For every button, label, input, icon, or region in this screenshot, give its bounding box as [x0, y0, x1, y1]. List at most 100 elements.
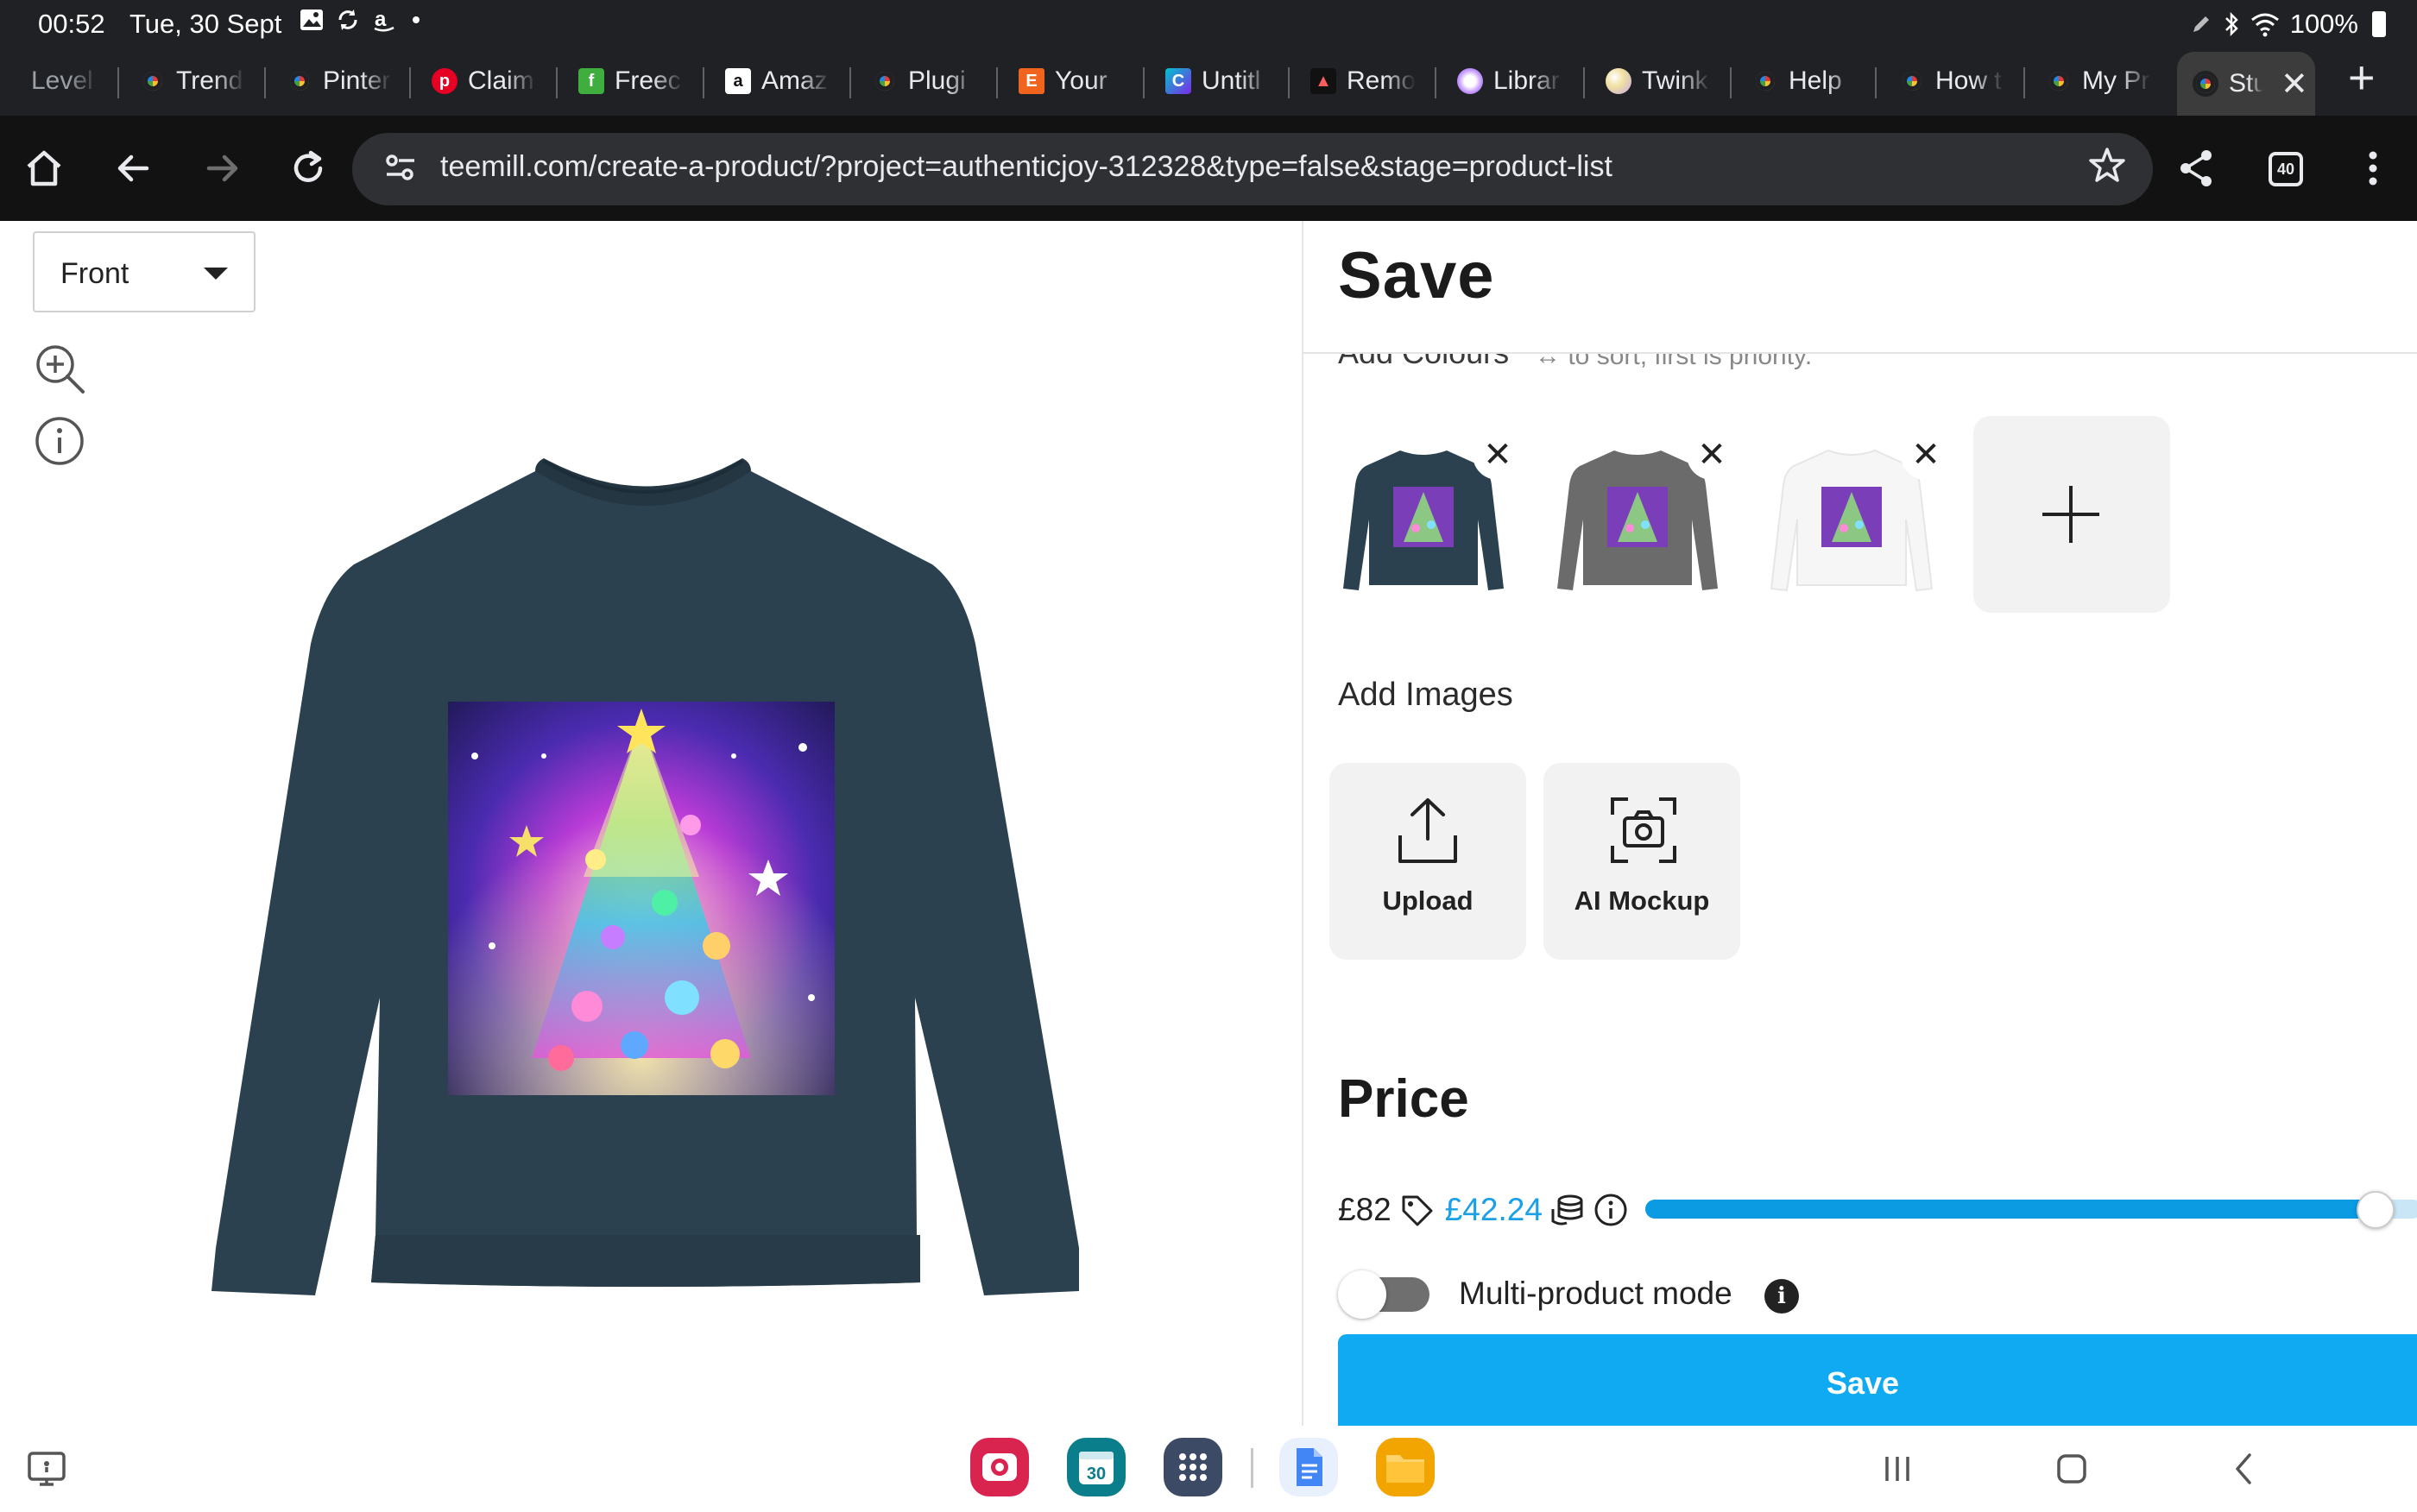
- hem-band: [371, 1235, 920, 1287]
- browser-tab[interactable]: Level: [31, 54, 100, 109]
- browser-tab[interactable]: f Freec: [578, 54, 684, 109]
- tab-count: 40: [2276, 160, 2295, 178]
- screenshot-toolbar-icon[interactable]: [24, 1446, 69, 1491]
- view-select-value: Front: [60, 257, 129, 290]
- notification-icons: a: [299, 7, 420, 33]
- tab-divider: [1583, 67, 1585, 98]
- remove-colour-button[interactable]: ✕: [1901, 430, 1951, 480]
- multi-product-toggle[interactable]: [1338, 1270, 1431, 1319]
- library-favicon-icon: [1457, 68, 1483, 94]
- close-tab-icon[interactable]: ✕: [2281, 65, 2308, 104]
- battery-icon: [2372, 11, 2386, 37]
- teemill-favicon-icon: [140, 68, 166, 94]
- tab-switcher-button[interactable]: 40: [2269, 152, 2303, 186]
- upload-icon: [1398, 798, 1457, 863]
- more-notifications-dot: [413, 16, 420, 23]
- my-files-app-icon[interactable]: [1376, 1438, 1435, 1496]
- share-icon[interactable]: [2174, 145, 2220, 192]
- bluetooth-icon: [2225, 11, 2238, 37]
- svg-text:30: 30: [1087, 1465, 1106, 1484]
- multi-product-info-icon[interactable]: i: [1764, 1279, 1799, 1314]
- tab-title: Untitl: [1202, 66, 1261, 95]
- google-docs-app-icon[interactable]: [1279, 1438, 1338, 1496]
- canva-favicon-icon: C: [1165, 68, 1191, 94]
- browser-tab[interactable]: Twink: [1606, 54, 1711, 109]
- new-tab-button[interactable]: +: [2348, 52, 2376, 104]
- save-button-label: Save: [1826, 1365, 1900, 1401]
- tab-divider: [117, 67, 119, 98]
- price-value: £82: [1338, 1192, 1392, 1227]
- site-settings-icon[interactable]: [382, 148, 420, 186]
- browser-tab[interactable]: Plugi: [872, 54, 977, 109]
- browser-tab[interactable]: C Untitl: [1165, 54, 1271, 109]
- view-select[interactable]: Front: [33, 231, 256, 312]
- freecash-favicon-icon: f: [578, 68, 604, 94]
- browser-tab[interactable]: Librar: [1457, 54, 1562, 109]
- reload-icon[interactable]: [285, 145, 331, 192]
- app-drawer-icon[interactable]: [1164, 1438, 1222, 1496]
- upload-button[interactable]: Upload: [1329, 763, 1526, 960]
- tab-title: Pinter: [323, 66, 391, 95]
- add-images-heading: Add Images: [1338, 677, 1513, 713]
- zoom-in-icon[interactable]: [33, 342, 86, 395]
- price-slider-thumb[interactable]: [2357, 1191, 2395, 1229]
- back-arrow-icon[interactable]: [110, 145, 157, 192]
- forward-arrow-icon[interactable]: [199, 145, 245, 192]
- price-slider[interactable]: [1645, 1191, 2417, 1229]
- ai-mockup-button[interactable]: AI Mockup: [1543, 763, 1740, 960]
- browser-tab[interactable]: a Amaz: [725, 54, 830, 109]
- tab-title: Level: [31, 66, 93, 95]
- teemill-favicon-icon: [1752, 68, 1778, 94]
- christmas-tree-print: [448, 702, 835, 1095]
- browser-tab[interactable]: ▲ Remo: [1310, 54, 1416, 109]
- info-icon[interactable]: [33, 414, 86, 468]
- recent-apps-icon[interactable]: [1875, 1446, 1920, 1491]
- gallery-notification-icon: [300, 9, 323, 30]
- tab-title: Freec: [615, 66, 681, 95]
- system-icons: 100%: [2190, 9, 2386, 40]
- home-icon[interactable]: [21, 145, 67, 192]
- pen-icon: [2193, 16, 2209, 32]
- calendar-app-icon[interactable]: 30: [1067, 1438, 1126, 1496]
- browser-tab[interactable]: E Your: [1019, 54, 1124, 109]
- multi-product-label: Multi-product mode: [1459, 1276, 1732, 1311]
- browser-tab[interactable]: Help: [1752, 54, 1858, 109]
- tab-divider: [996, 67, 998, 98]
- tab-strip: Level Trend Pinter p Claim f Freec a Ama…: [0, 48, 2417, 116]
- url-text[interactable]: teemill.com/create-a-product/?project=au…: [440, 150, 1612, 184]
- remove-colour-button[interactable]: ✕: [1687, 430, 1737, 480]
- browser-tab[interactable]: How t: [1899, 54, 2004, 109]
- sort-hint: ↔ to sort, first is priority.: [1535, 342, 1813, 370]
- camera-app-icon[interactable]: [970, 1438, 1029, 1496]
- twinkle-favicon-icon: [1606, 68, 1631, 94]
- price-info-icon[interactable]: [1593, 1192, 1629, 1228]
- bookmark-star-icon[interactable]: [2087, 145, 2127, 185]
- save-button[interactable]: Save: [1338, 1334, 2417, 1426]
- browser-tab[interactable]: Trend: [140, 54, 245, 109]
- camera-scan-icon: [1611, 797, 1676, 863]
- browser-tab[interactable]: My Pr: [2046, 54, 2151, 109]
- more-options-icon[interactable]: [2350, 145, 2396, 192]
- tab-title: Trend: [176, 66, 243, 95]
- sweatshirt-mockup[interactable]: [199, 342, 1096, 1386]
- battery-percent: 100%: [2289, 9, 2358, 39]
- upload-button-label: Upload: [1382, 885, 1474, 916]
- tab-divider: [1435, 67, 1436, 98]
- add-colour-button[interactable]: [1973, 416, 2170, 613]
- remove-colour-button[interactable]: ✕: [1473, 430, 1523, 480]
- address-bar[interactable]: teemill.com/create-a-product/?project=au…: [352, 133, 2153, 205]
- browser-tab[interactable]: p Claim: [432, 54, 537, 109]
- teemill-favicon-icon: [1899, 68, 1925, 94]
- tag-icon: [1402, 1195, 1433, 1226]
- sync-notification-icon: [338, 9, 357, 30]
- browser-tab-active[interactable]: Stu ✕: [2177, 52, 2315, 116]
- browser-tab[interactable]: Pinter: [287, 54, 392, 109]
- tab-divider: [849, 67, 851, 98]
- wifi-icon: [2250, 13, 2279, 37]
- back-nav-icon[interactable]: [2222, 1446, 2267, 1491]
- home-nav-icon[interactable]: [2049, 1446, 2094, 1491]
- tab-title: My Pr: [2082, 66, 2150, 95]
- toggle-knob: [1338, 1270, 1386, 1319]
- status-time: 00:52: [38, 9, 105, 39]
- tab-divider: [1730, 67, 1732, 98]
